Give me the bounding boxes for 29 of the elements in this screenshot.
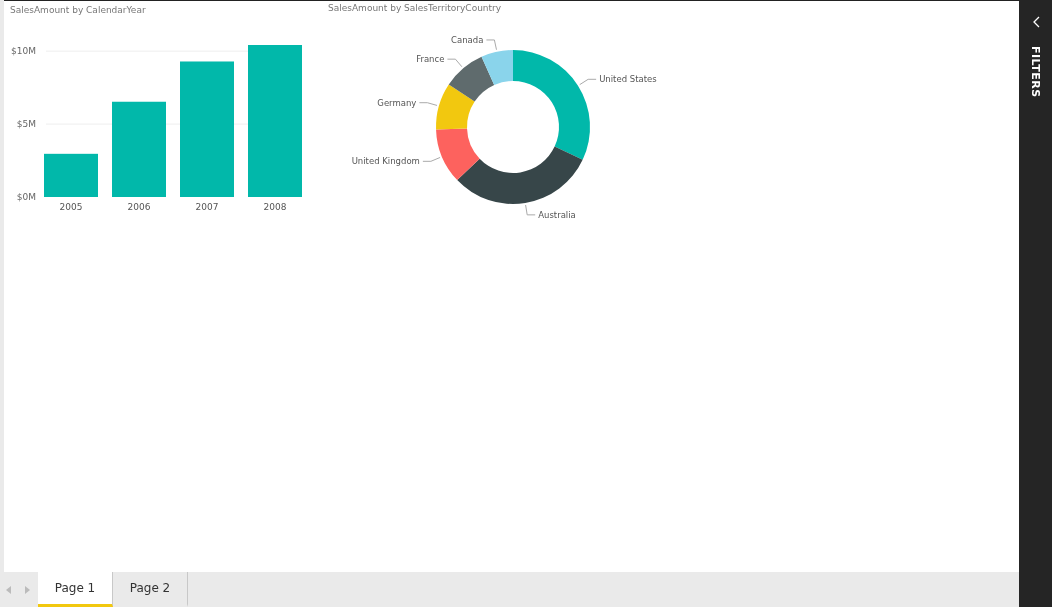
- axis-label: $0M: [16, 192, 36, 202]
- slice-label: Canada: [451, 34, 484, 45]
- axis-label: $10M: [11, 46, 36, 57]
- leader-line: [446, 58, 463, 68]
- donut-slice: [436, 84, 475, 130]
- slice-label: Australia: [538, 209, 576, 220]
- chart-title: SalesAmount by SalesTerritoryCountry: [328, 3, 503, 13]
- leader-line: [422, 156, 441, 162]
- axis-label: 2005: [59, 202, 83, 212]
- leader-line: [485, 39, 497, 51]
- bar: [44, 153, 98, 197]
- slice-label: Germany: [377, 97, 417, 108]
- next-page-icon[interactable]: [24, 585, 30, 594]
- axis-label: 2008: [263, 202, 287, 212]
- slice-label: France: [416, 54, 445, 65]
- axis-label: 2007: [195, 202, 219, 212]
- slice-label: United Kingdom: [351, 156, 420, 167]
- chart-title: SalesAmount by CalendarYear: [10, 5, 147, 15]
- previous-page-icon[interactable]: [6, 585, 12, 594]
- axis-label: $5M: [16, 119, 36, 130]
- page-tab[interactable]: Page 2: [113, 572, 188, 607]
- collapse-chevron-icon[interactable]: [1031, 16, 1040, 28]
- leader-line: [525, 204, 536, 216]
- slice-label: United States: [599, 74, 657, 85]
- axis-label: 2006: [127, 202, 151, 212]
- filters-pane-label[interactable]: FILTERS: [1029, 46, 1042, 98]
- leader-line: [418, 102, 438, 106]
- leader-line: [579, 78, 597, 86]
- page-tab[interactable]: Page 1: [38, 572, 113, 607]
